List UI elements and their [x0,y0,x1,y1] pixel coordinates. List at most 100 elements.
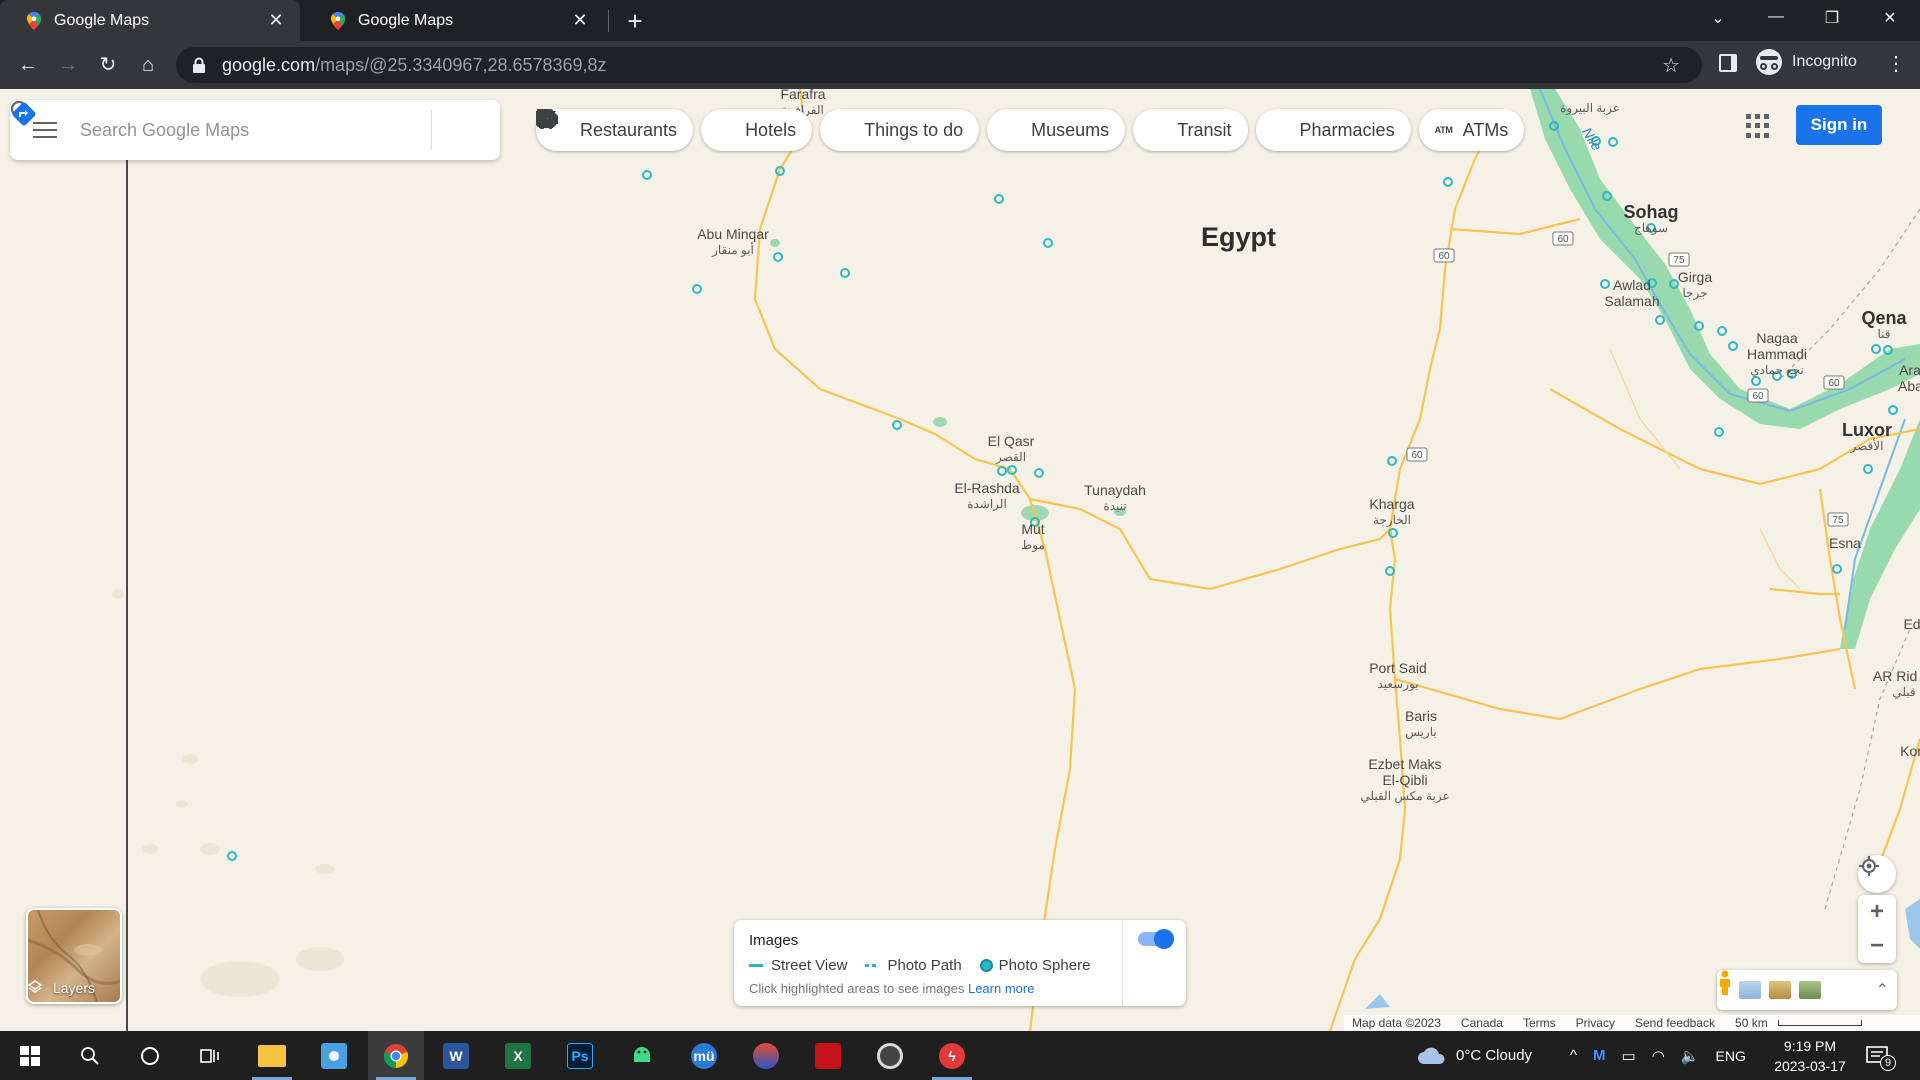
region-link[interactable]: Canada [1461,1016,1503,1030]
place-esna[interactable]: Esna [1829,535,1861,551]
back-button[interactable]: ← [14,51,42,79]
cortana-icon[interactable] [122,1031,178,1080]
place-ed[interactable]: Ed [1903,616,1920,632]
photo-path-label: Photo Path [887,957,962,974]
my-location-button[interactable] [1858,855,1896,893]
tab-google-maps-1[interactable]: Google Maps ✕ [0,0,300,41]
excel-icon[interactable]: X [490,1031,546,1080]
minimize-button[interactable]: — [1756,8,1796,26]
wifi-icon[interactable]: ◠ [1652,1047,1665,1065]
road-shield-60: 60 [1557,234,1569,245]
place-nagaa-hammadi[interactable]: Nagaa Hammadi نجع حمادي [1737,330,1817,378]
close-window-button[interactable]: ✕ [1870,8,1910,28]
search-icon[interactable] [62,1031,118,1080]
media-app-icon[interactable] [738,1031,794,1080]
address-bar[interactable]: google.com/maps/@25.3340967,28.6578369,8… [176,47,1702,83]
place-ezbet-maks-el-qibli[interactable]: Ezbet Maks El-Qibli عزبة مكس القبلي [1360,756,1450,804]
show-hidden-icons-chevron-icon[interactable]: ^ [1570,1047,1577,1064]
place-girga[interactable]: Girga جرجا [1678,269,1712,301]
place-ara-ababi[interactable]: Ara Ababi [1898,362,1920,394]
battery-icon[interactable]: ▭ [1622,1047,1636,1065]
chip-transit[interactable]: Transit [536,109,1248,151]
scale-label[interactable]: 50 km [1735,1016,1768,1030]
chrome-icon[interactable] [368,1031,424,1080]
tab-google-maps-2[interactable]: Google Maps ✕ [304,0,604,41]
home-button[interactable]: ⌂ [134,51,162,79]
m-app-tray-icon[interactable]: M [1593,1047,1606,1064]
file-explorer-icon[interactable] [244,1031,300,1080]
chip-atms[interactable]: ATM ATMs [1418,109,1525,151]
place-luxor[interactable]: Luxor الأقصر [1842,421,1892,454]
learn-more-link[interactable]: Learn more [968,981,1034,996]
zoom-in-button[interactable]: + [1870,895,1884,929]
privacy-link[interactable]: Privacy [1576,1016,1615,1030]
place-port-said[interactable]: Port Said بورسعيد [1369,660,1427,692]
close-tab-icon[interactable]: ✕ [266,10,286,31]
disc-app-icon[interactable] [862,1031,918,1080]
road-shield-75: 75 [1673,255,1685,266]
clock[interactable]: 9:19 PM 2023-03-17 [1768,1036,1852,1076]
volume-icon[interactable]: 🔈 [1681,1047,1700,1065]
word-icon[interactable]: W [428,1031,484,1080]
place-kharga[interactable]: Kharga الخارجة [1369,496,1414,528]
contacts-app-icon[interactable] [306,1031,362,1080]
mu-app-icon[interactable]: mü [676,1031,732,1080]
place-el-rashda[interactable]: El-Rashda الراشدة [954,480,1019,512]
terms-link[interactable]: Terms [1523,1016,1556,1030]
expand-chevron-icon[interactable]: ⌃ [1876,980,1889,1000]
place-abu-minqar[interactable]: Abu Minqar أبو منقار [697,226,769,258]
video-editor-icon[interactable] [800,1031,856,1080]
tab-search-chevron-icon[interactable]: ⌄ [1698,8,1738,28]
chip-museums[interactable]: Museums [536,109,1126,151]
map-edge-line [126,159,128,1031]
sign-in-button[interactable]: Sign in [1796,105,1882,145]
oasis-patches [770,239,1126,521]
images-toggle[interactable] [1138,929,1174,949]
bookmark-star-icon[interactable]: ☆ [1662,53,1680,78]
imagery-thumbnail-2[interactable] [1769,981,1791,999]
imagery-thumbnail-3[interactable] [1799,981,1821,999]
imagery-thumbnail-1[interactable] [1739,981,1761,999]
restore-button[interactable]: ❐ [1812,8,1852,28]
task-view-icon[interactable] [182,1031,238,1080]
place-mut[interactable]: Mut موط [1021,521,1045,553]
new-tab-button[interactable]: + [620,6,650,37]
place-el-qasr[interactable]: El Qasr القصر [988,433,1035,465]
place-tunaydah[interactable]: Tunaydah تنيدة [1084,482,1146,514]
place-qena[interactable]: Qena قنا [1861,309,1906,342]
incognito-profile-button[interactable]: Incognito [1756,49,1857,75]
chip-things-to-do[interactable]: Things to do [536,109,980,151]
forward-button[interactable]: → [54,51,82,79]
send-feedback-link[interactable]: Send feedback [1635,1016,1715,1030]
place-ezbet-el-beirwa[interactable]: عزبة البيروة [1560,100,1620,116]
close-tab-icon[interactable]: ✕ [570,10,590,31]
windows-start-icon[interactable] [2,1031,58,1080]
place-kor[interactable]: Kor [1900,743,1920,759]
chip-hotels[interactable]: Hotels [536,109,813,151]
pegman-icon[interactable] [1717,970,1733,996]
layers-button[interactable]: Layers [26,908,122,1004]
place-sohag[interactable]: Sohag سوهاج [1623,203,1678,236]
place-ar-rid-qi[interactable]: AR Rid Qiقبلي [1873,668,1920,700]
map-data-label: Map data ©2023 [1352,1016,1441,1030]
place-baris[interactable]: Baris باريس [1405,708,1437,740]
directions-icon[interactable] [12,100,500,160]
search-input[interactable] [80,119,375,141]
photoshop-icon[interactable]: Ps [552,1031,608,1080]
chip-restaurants[interactable]: Restaurants [536,109,694,151]
flash-app-icon[interactable]: ϟ [924,1031,980,1080]
chip-pharmacies[interactable]: Pharmacies [536,109,1411,151]
language-indicator[interactable]: ENG [1716,1048,1746,1064]
side-panel-icon[interactable] [1719,54,1737,72]
android-app-icon[interactable] [614,1031,670,1080]
browser-menu-icon[interactable]: ⋮ [1886,51,1906,76]
search-icon[interactable] [10,100,431,160]
action-center-icon[interactable]: 9 [1866,1031,1896,1080]
map-canvas[interactable]: 60 60 60 75 60 60 75 Farafra الفرافرة Abu… [0,89,1920,1031]
place-awlad-salamah[interactable]: Awlad Salamah [1597,277,1667,309]
reload-button[interactable]: ↻ [94,51,122,79]
google-apps-icon[interactable] [1746,114,1770,138]
zoom-out-button[interactable]: − [1870,929,1884,963]
weather-widget[interactable]: 0°C Cloudy [1416,1031,1532,1080]
scale-bar [1777,1020,1862,1026]
